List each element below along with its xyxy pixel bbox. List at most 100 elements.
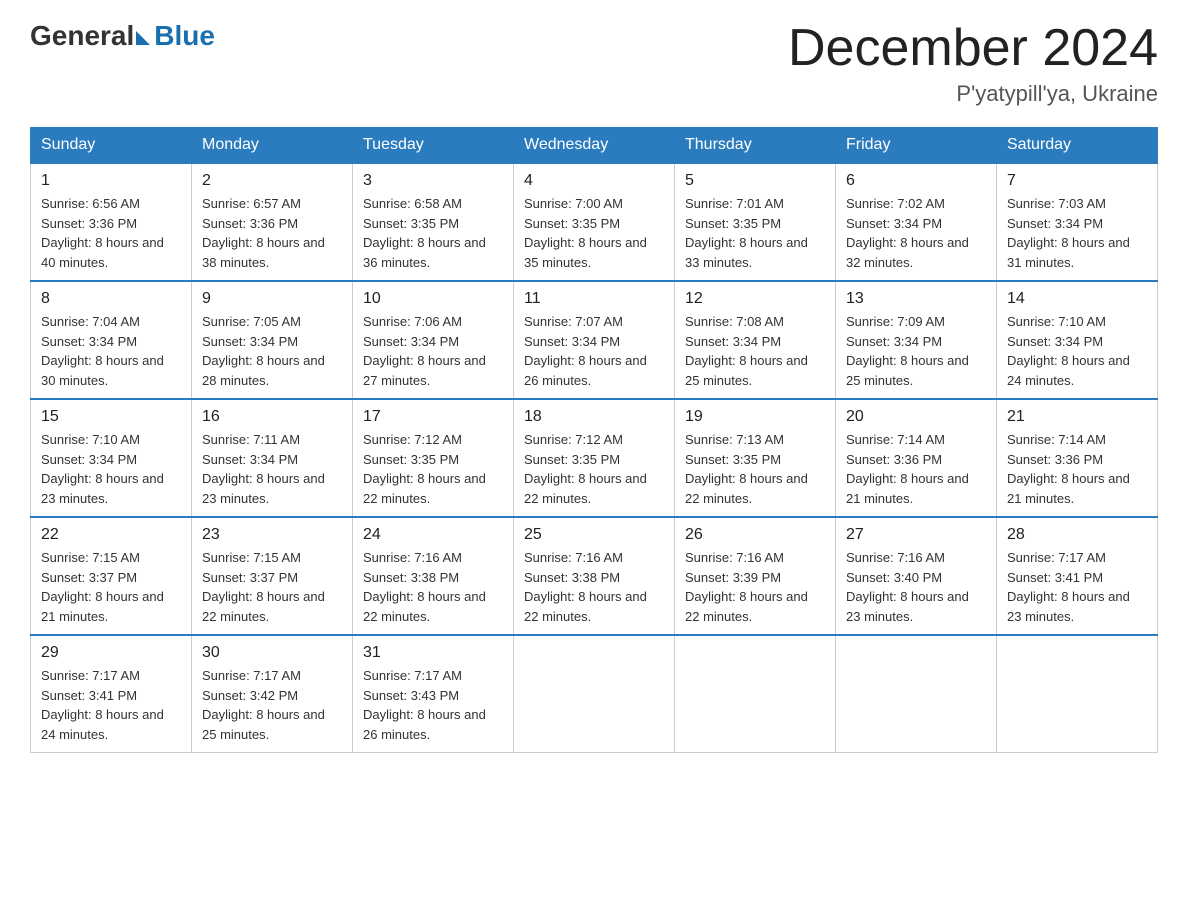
day-sunrise: Sunrise: 7:16 AM	[846, 550, 945, 565]
calendar-day-cell	[836, 635, 997, 753]
day-number: 11	[524, 290, 664, 308]
calendar-day-header: Sunday	[31, 128, 192, 164]
day-daylight: Daylight: 8 hours and 21 minutes.	[41, 589, 164, 624]
day-sunset: Sunset: 3:34 PM	[41, 334, 137, 349]
day-number: 30	[202, 644, 342, 662]
calendar-day-cell: 14 Sunrise: 7:10 AM Sunset: 3:34 PM Dayl…	[997, 281, 1158, 399]
day-sunset: Sunset: 3:35 PM	[363, 452, 459, 467]
day-daylight: Daylight: 8 hours and 26 minutes.	[524, 353, 647, 388]
day-daylight: Daylight: 8 hours and 31 minutes.	[1007, 235, 1130, 270]
calendar-day-cell: 3 Sunrise: 6:58 AM Sunset: 3:35 PM Dayli…	[353, 163, 514, 281]
calendar-day-cell: 2 Sunrise: 6:57 AM Sunset: 3:36 PM Dayli…	[192, 163, 353, 281]
calendar-day-cell: 10 Sunrise: 7:06 AM Sunset: 3:34 PM Dayl…	[353, 281, 514, 399]
day-daylight: Daylight: 8 hours and 36 minutes.	[363, 235, 486, 270]
day-daylight: Daylight: 8 hours and 35 minutes.	[524, 235, 647, 270]
day-sunset: Sunset: 3:43 PM	[363, 688, 459, 703]
day-number: 25	[524, 526, 664, 544]
day-sunset: Sunset: 3:40 PM	[846, 570, 942, 585]
day-sunrise: Sunrise: 7:14 AM	[846, 432, 945, 447]
day-number: 13	[846, 290, 986, 308]
day-number: 2	[202, 172, 342, 190]
day-sunrise: Sunrise: 7:15 AM	[202, 550, 301, 565]
calendar-day-cell: 5 Sunrise: 7:01 AM Sunset: 3:35 PM Dayli…	[675, 163, 836, 281]
day-sunset: Sunset: 3:34 PM	[1007, 216, 1103, 231]
calendar-day-cell: 18 Sunrise: 7:12 AM Sunset: 3:35 PM Dayl…	[514, 399, 675, 517]
day-number: 21	[1007, 408, 1147, 426]
day-sunrise: Sunrise: 7:07 AM	[524, 314, 623, 329]
day-number: 26	[685, 526, 825, 544]
calendar-day-cell: 21 Sunrise: 7:14 AM Sunset: 3:36 PM Dayl…	[997, 399, 1158, 517]
day-number: 8	[41, 290, 181, 308]
calendar-day-cell: 29 Sunrise: 7:17 AM Sunset: 3:41 PM Dayl…	[31, 635, 192, 753]
day-sunset: Sunset: 3:38 PM	[524, 570, 620, 585]
day-sunrise: Sunrise: 6:57 AM	[202, 196, 301, 211]
day-sunrise: Sunrise: 7:10 AM	[1007, 314, 1106, 329]
day-sunset: Sunset: 3:35 PM	[685, 452, 781, 467]
logo-blue-text: Blue	[154, 20, 215, 52]
day-sunrise: Sunrise: 7:03 AM	[1007, 196, 1106, 211]
day-number: 15	[41, 408, 181, 426]
day-sunset: Sunset: 3:35 PM	[524, 452, 620, 467]
calendar-day-cell: 30 Sunrise: 7:17 AM Sunset: 3:42 PM Dayl…	[192, 635, 353, 753]
day-sunrise: Sunrise: 7:09 AM	[846, 314, 945, 329]
calendar-week-row: 8 Sunrise: 7:04 AM Sunset: 3:34 PM Dayli…	[31, 281, 1158, 399]
day-sunrise: Sunrise: 7:17 AM	[1007, 550, 1106, 565]
day-number: 20	[846, 408, 986, 426]
day-sunrise: Sunrise: 7:08 AM	[685, 314, 784, 329]
day-sunrise: Sunrise: 7:02 AM	[846, 196, 945, 211]
calendar-day-cell: 23 Sunrise: 7:15 AM Sunset: 3:37 PM Dayl…	[192, 517, 353, 635]
calendar-week-row: 1 Sunrise: 6:56 AM Sunset: 3:36 PM Dayli…	[31, 163, 1158, 281]
calendar-day-cell: 17 Sunrise: 7:12 AM Sunset: 3:35 PM Dayl…	[353, 399, 514, 517]
calendar-day-cell: 19 Sunrise: 7:13 AM Sunset: 3:35 PM Dayl…	[675, 399, 836, 517]
calendar-day-cell: 20 Sunrise: 7:14 AM Sunset: 3:36 PM Dayl…	[836, 399, 997, 517]
day-sunrise: Sunrise: 7:17 AM	[41, 668, 140, 683]
day-number: 18	[524, 408, 664, 426]
day-number: 19	[685, 408, 825, 426]
day-number: 12	[685, 290, 825, 308]
calendar-day-cell: 7 Sunrise: 7:03 AM Sunset: 3:34 PM Dayli…	[997, 163, 1158, 281]
day-number: 23	[202, 526, 342, 544]
day-sunset: Sunset: 3:42 PM	[202, 688, 298, 703]
day-sunrise: Sunrise: 7:16 AM	[685, 550, 784, 565]
day-daylight: Daylight: 8 hours and 40 minutes.	[41, 235, 164, 270]
day-sunrise: Sunrise: 7:12 AM	[363, 432, 462, 447]
day-daylight: Daylight: 8 hours and 22 minutes.	[685, 589, 808, 624]
day-sunrise: Sunrise: 7:01 AM	[685, 196, 784, 211]
day-daylight: Daylight: 8 hours and 23 minutes.	[202, 471, 325, 506]
day-number: 27	[846, 526, 986, 544]
day-daylight: Daylight: 8 hours and 22 minutes.	[524, 589, 647, 624]
day-daylight: Daylight: 8 hours and 33 minutes.	[685, 235, 808, 270]
day-number: 16	[202, 408, 342, 426]
calendar-day-cell: 26 Sunrise: 7:16 AM Sunset: 3:39 PM Dayl…	[675, 517, 836, 635]
day-number: 29	[41, 644, 181, 662]
day-sunrise: Sunrise: 7:00 AM	[524, 196, 623, 211]
day-sunset: Sunset: 3:34 PM	[846, 216, 942, 231]
day-sunset: Sunset: 3:36 PM	[41, 216, 137, 231]
calendar-day-cell	[675, 635, 836, 753]
calendar-day-cell: 16 Sunrise: 7:11 AM Sunset: 3:34 PM Dayl…	[192, 399, 353, 517]
day-number: 10	[363, 290, 503, 308]
day-daylight: Daylight: 8 hours and 21 minutes.	[846, 471, 969, 506]
day-sunset: Sunset: 3:35 PM	[524, 216, 620, 231]
day-daylight: Daylight: 8 hours and 25 minutes.	[685, 353, 808, 388]
day-number: 17	[363, 408, 503, 426]
calendar-day-header: Saturday	[997, 128, 1158, 164]
day-sunset: Sunset: 3:34 PM	[685, 334, 781, 349]
day-daylight: Daylight: 8 hours and 30 minutes.	[41, 353, 164, 388]
day-number: 5	[685, 172, 825, 190]
calendar-week-row: 29 Sunrise: 7:17 AM Sunset: 3:41 PM Dayl…	[31, 635, 1158, 753]
calendar-day-cell: 15 Sunrise: 7:10 AM Sunset: 3:34 PM Dayl…	[31, 399, 192, 517]
calendar-day-cell: 22 Sunrise: 7:15 AM Sunset: 3:37 PM Dayl…	[31, 517, 192, 635]
calendar-header-row: SundayMondayTuesdayWednesdayThursdayFrid…	[31, 128, 1158, 164]
calendar-day-header: Friday	[836, 128, 997, 164]
day-sunrise: Sunrise: 7:05 AM	[202, 314, 301, 329]
page-header: General Blue December 2024 P'yatypill'ya…	[30, 20, 1158, 107]
day-sunset: Sunset: 3:37 PM	[41, 570, 137, 585]
calendar-week-row: 15 Sunrise: 7:10 AM Sunset: 3:34 PM Dayl…	[31, 399, 1158, 517]
day-daylight: Daylight: 8 hours and 27 minutes.	[363, 353, 486, 388]
day-sunset: Sunset: 3:35 PM	[363, 216, 459, 231]
logo-arrow-icon	[136, 31, 150, 45]
day-daylight: Daylight: 8 hours and 21 minutes.	[1007, 471, 1130, 506]
calendar-day-header: Monday	[192, 128, 353, 164]
day-daylight: Daylight: 8 hours and 22 minutes.	[363, 471, 486, 506]
